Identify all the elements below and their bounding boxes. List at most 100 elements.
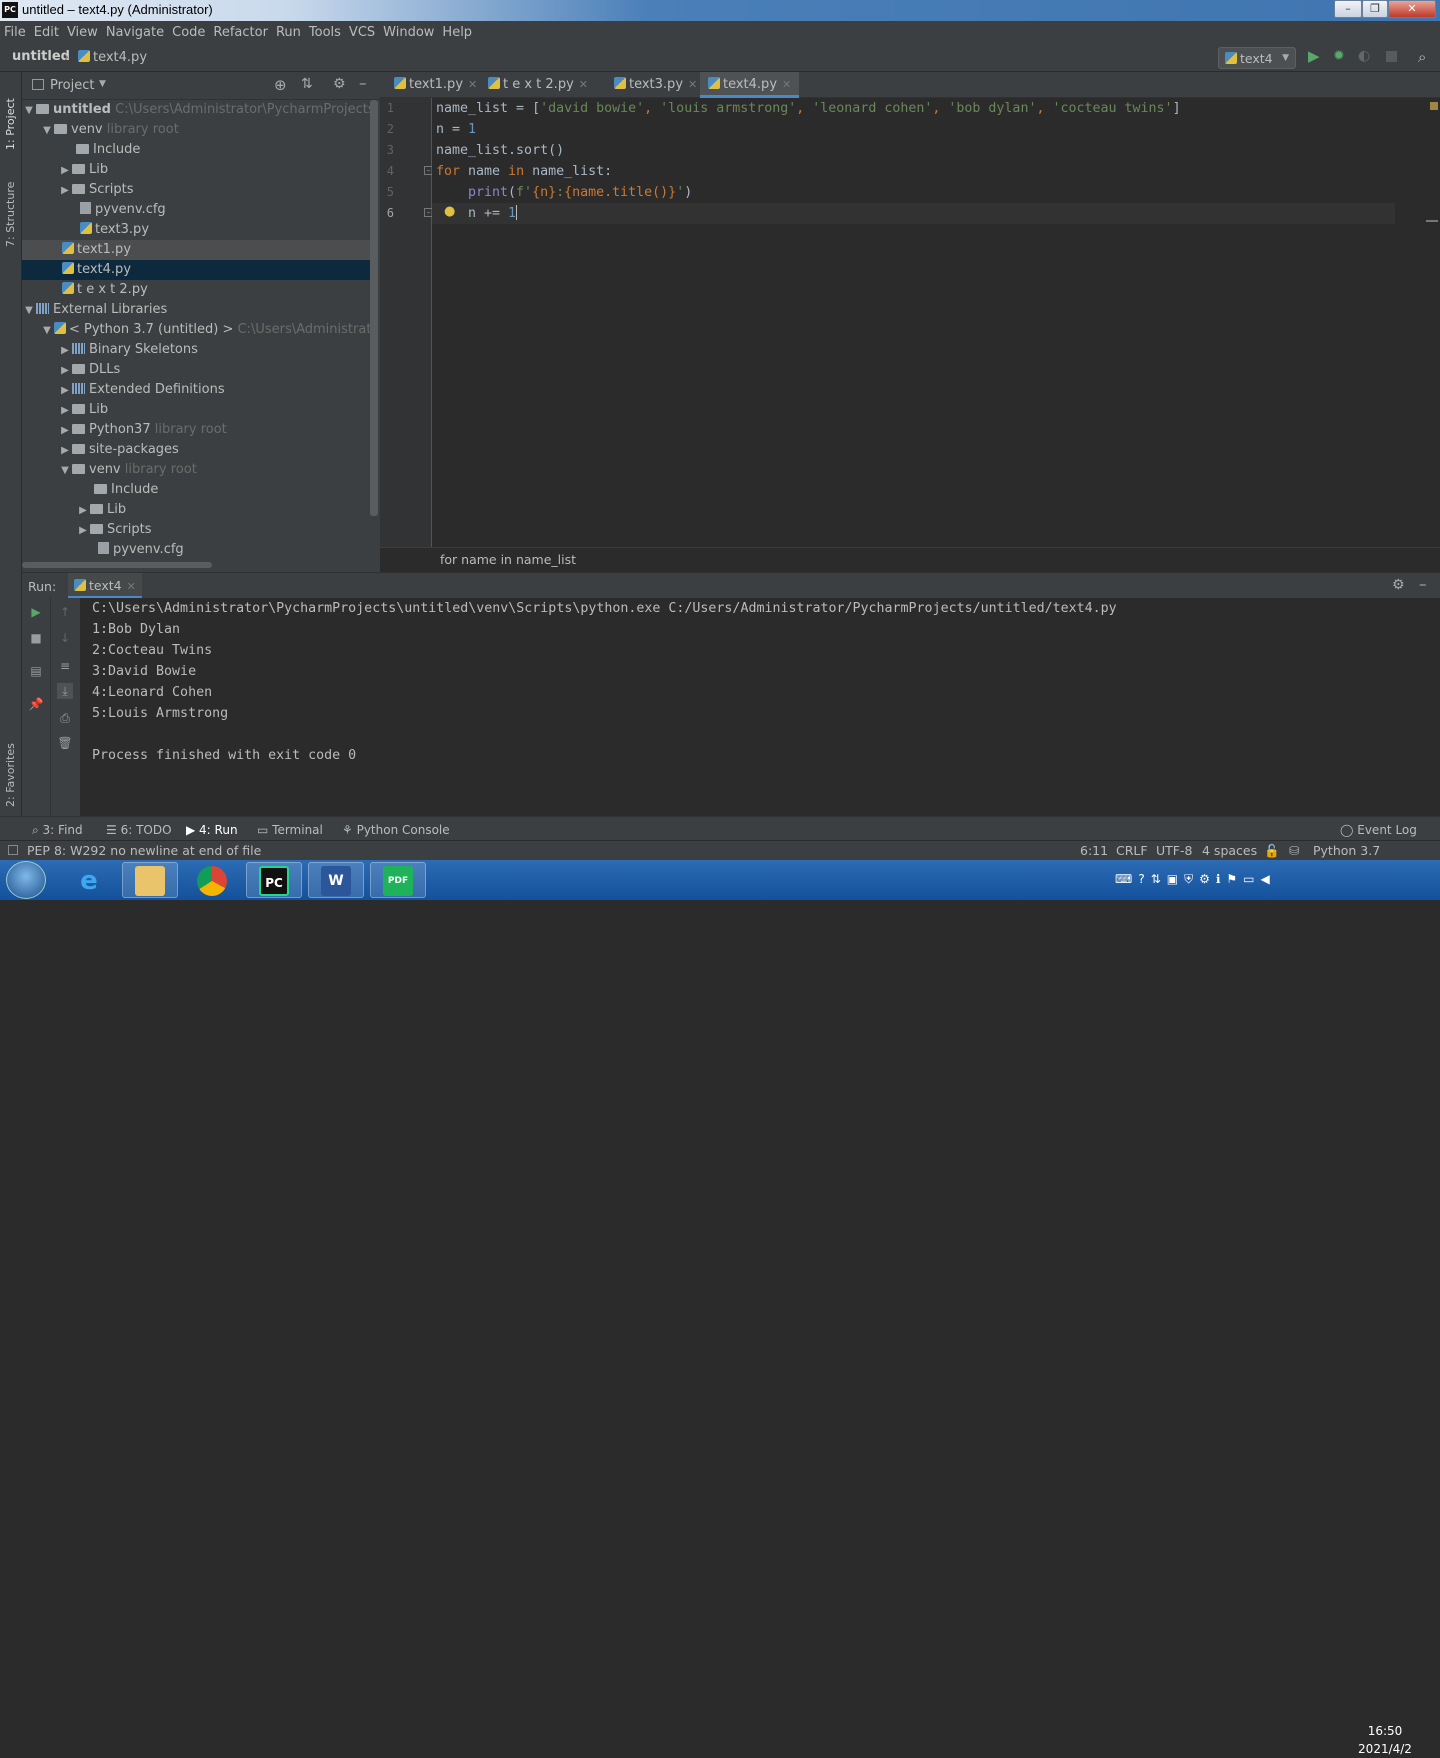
sidebar-tab-structure[interactable]: 7: Structure — [4, 167, 17, 247]
taskbar-app-pdf[interactable]: PDF — [370, 862, 426, 898]
tab-text2-py[interactable]: t e x t 2.py ✕ — [480, 72, 596, 98]
close-icon[interactable]: ✕ — [127, 580, 136, 593]
chevron-down-icon[interactable]: ▼ — [99, 79, 106, 89]
tab-text1-py[interactable]: text1.py ✕ — [386, 72, 485, 98]
file-encoding[interactable]: UTF-8 — [1156, 841, 1192, 860]
tree-item-untitled[interactable]: ▼ untitled C:\Users\Administrator\Pycharm… — [22, 100, 372, 120]
search-icon[interactable]: ⌕ — [1418, 48, 1426, 66]
menu-tools[interactable]: Tools — [305, 21, 345, 45]
rerun-icon[interactable]: ▶ — [28, 604, 44, 620]
close-window-button[interactable]: ✕ — [1388, 0, 1436, 18]
run-config-dropdown[interactable]: text4 ▼ — [1218, 47, 1296, 69]
debug-icon[interactable]: ✹ — [1333, 48, 1345, 64]
inspection-status-icon[interactable] — [1430, 102, 1438, 110]
tree-item-venv[interactable]: ▼ venv library root — [22, 120, 372, 140]
start-button[interactable] — [6, 861, 46, 899]
expand-arrow-icon[interactable]: ▼ — [40, 321, 54, 340]
editor-scrollbar[interactable] — [1396, 98, 1440, 547]
tree-item-lib-ext[interactable]: ▶ Lib — [22, 400, 372, 420]
expand-arrow-icon[interactable]: ▶ — [58, 441, 72, 460]
tree-item-python37-sdk[interactable]: ▼ < Python 3.7 (untitled) > C:\Users\Admi… — [22, 320, 372, 340]
expand-arrow-icon[interactable]: ▶ — [58, 341, 72, 360]
expand-arrow-icon[interactable]: ▶ — [76, 521, 90, 540]
tree-item-scripts-venv[interactable]: ▶ Scripts — [22, 520, 372, 540]
taskbar-app-explorer[interactable] — [122, 862, 178, 898]
soft-wrap-icon[interactable]: ≡ — [57, 658, 73, 674]
code-editor[interactable]: name_list = ['david bowie', 'louis armst… — [432, 98, 1395, 547]
print-icon[interactable]: ⎙ — [57, 710, 73, 726]
taskbar-app-ie[interactable]: e — [61, 862, 117, 898]
lock-icon[interactable]: 🔓 — [1264, 841, 1280, 860]
menu-view[interactable]: View — [63, 21, 102, 45]
tree-item-site-packages[interactable]: ▶ site-packages — [22, 440, 372, 460]
tree-item-include-ext[interactable]: Include — [22, 480, 372, 500]
close-icon[interactable]: ✕ — [579, 78, 588, 91]
taskbar-clock[interactable]: 16:50 2021/4/2 — [1350, 1722, 1420, 1758]
menu-help[interactable]: Help — [438, 21, 476, 45]
scroll-to-end-icon[interactable]: ⤓ — [57, 683, 73, 699]
coverage-icon[interactable]: ◐ — [1358, 48, 1370, 64]
arrow-up-icon[interactable]: ↑ — [57, 604, 73, 620]
hide-panel-icon[interactable]: – — [359, 74, 367, 92]
menu-file[interactable]: File — [0, 21, 30, 45]
expand-arrow-icon[interactable]: ▶ — [58, 161, 72, 180]
tree-item-binary-skeletons[interactable]: ▶ Binary Skeletons — [22, 340, 372, 360]
stop-icon[interactable] — [1386, 51, 1397, 62]
nav-file-crumb[interactable]: text4.py — [78, 50, 147, 65]
panel-toggle-icon[interactable] — [8, 845, 18, 855]
maximize-button[interactable]: ❐ — [1362, 0, 1388, 18]
expand-arrow-icon[interactable]: ▶ — [76, 501, 90, 520]
pin-icon[interactable]: 📌 — [28, 696, 44, 712]
tree-item-text1-py[interactable]: text1.py — [22, 240, 372, 260]
taskbar-app-chrome[interactable] — [184, 862, 240, 898]
collapse-all-icon[interactable]: ⇅ — [301, 76, 313, 92]
taskbar-app-pycharm[interactable]: PC — [246, 862, 302, 898]
sidebar-tab-project[interactable]: 1: Project — [4, 80, 17, 150]
sidebar-tab-favorites[interactable]: 2: Favorites — [4, 727, 17, 807]
taskbar-app-word[interactable]: W — [308, 862, 364, 898]
arrow-down-icon[interactable]: ↓ — [57, 630, 73, 646]
project-vertical-scrollbar[interactable] — [370, 100, 378, 516]
cursor-position[interactable]: 6:11 — [1080, 841, 1108, 860]
menu-run[interactable]: Run — [272, 21, 305, 45]
expand-arrow-icon[interactable]: ▶ — [58, 361, 72, 380]
expand-arrow-icon[interactable]: ▶ — [58, 401, 72, 420]
stop-icon[interactable]: ■ — [28, 630, 44, 646]
code-breadcrumb[interactable]: for name in name_list — [380, 547, 1440, 572]
tab-text4-py[interactable]: text4.py ✕ — [700, 72, 800, 98]
expand-arrow-icon[interactable]: ▼ — [40, 121, 54, 140]
system-tray-icons[interactable]: ⌨?⇅▣⛨⚙ℹ⚑▭◀ — [1115, 872, 1276, 887]
line-separator[interactable]: CRLF — [1116, 841, 1148, 860]
tab-text3-py[interactable]: text3.py ✕ — [606, 72, 705, 98]
run-icon[interactable]: ▶ — [1308, 47, 1320, 65]
minimize-button[interactable]: – — [1334, 0, 1362, 18]
expand-arrow-icon[interactable]: ▼ — [58, 461, 72, 480]
tree-item-pyvenv-cfg[interactable]: pyvenv.cfg — [22, 200, 372, 220]
expand-arrow-icon[interactable]: ▶ — [58, 181, 72, 200]
tree-item-lib[interactable]: ▶ Lib — [22, 160, 372, 180]
tree-item-pyvenv-cfg-ext[interactable]: pyvenv.cfg — [22, 540, 372, 560]
expand-arrow-icon[interactable]: ▼ — [22, 301, 36, 320]
tree-item-text3-py[interactable]: text3.py — [22, 220, 372, 240]
menu-navigate[interactable]: Navigate — [102, 21, 168, 45]
tree-item-text4-py[interactable]: text4.py — [22, 260, 372, 280]
tree-item-scripts[interactable]: ▶ Scripts — [22, 180, 372, 200]
menu-edit[interactable]: Edit — [30, 21, 63, 45]
gear-icon[interactable]: ⚙ — [1392, 577, 1405, 593]
tree-item-include[interactable]: Include — [22, 140, 372, 160]
menu-vcs[interactable]: VCS — [345, 21, 379, 45]
lightbulb-icon[interactable]: ● — [444, 204, 455, 219]
menu-code[interactable]: Code — [168, 21, 209, 45]
trash-icon[interactable]: 🗑 — [57, 735, 73, 751]
expand-arrow-icon[interactable]: ▼ — [22, 101, 36, 120]
hide-panel-icon[interactable]: – — [1419, 575, 1427, 593]
menu-window[interactable]: Window — [379, 21, 438, 45]
locate-file-icon[interactable]: ⊕ — [274, 76, 287, 94]
tree-item-venv-ext[interactable]: ▼ venv library root — [22, 460, 372, 480]
close-icon[interactable]: ✕ — [688, 78, 697, 91]
tree-item-lib-venv[interactable]: ▶ Lib — [22, 500, 372, 520]
nav-project-crumb[interactable]: untitled — [12, 49, 70, 64]
close-icon[interactable]: ✕ — [782, 78, 791, 91]
restore-layout-icon[interactable]: ▤ — [28, 663, 44, 679]
tree-item-extended-definitions[interactable]: ▶ Extended Definitions — [22, 380, 372, 400]
